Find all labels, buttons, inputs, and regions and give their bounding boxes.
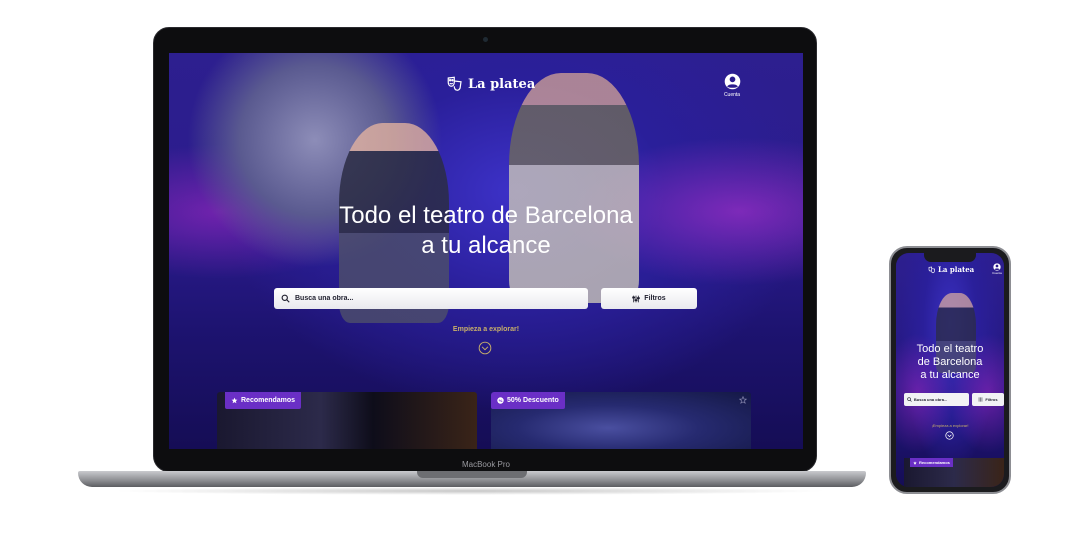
phone-mockup: La platea Cuenta Todo el teatro de Barce… xyxy=(889,246,1011,494)
search-box[interactable] xyxy=(274,288,588,309)
phone-hero-title-line-2: de Barcelona xyxy=(917,356,983,368)
account-label: Cuenta xyxy=(723,92,741,98)
phone-site-logo[interactable]: La platea xyxy=(928,265,974,274)
laptop-lid: La platea Cuenta Todo el teatro de Barce… xyxy=(153,27,817,472)
phone-account-button[interactable]: Cuenta xyxy=(990,263,1004,275)
star-icon xyxy=(913,460,917,465)
filters-button[interactable]: Filtros xyxy=(601,288,697,309)
search-icon xyxy=(281,294,290,303)
star-icon xyxy=(231,397,238,404)
star-outline-icon[interactable] xyxy=(739,396,747,404)
user-avatar-icon xyxy=(724,73,740,90)
card-badge-label: Recomendamos xyxy=(241,397,296,404)
sliders-icon xyxy=(632,295,641,302)
laptop-shadow xyxy=(110,487,830,495)
chevron-down-circle-icon[interactable] xyxy=(478,341,492,355)
phone-filters-label: Filtros xyxy=(985,397,998,402)
phone-hero-title-line-3: a tu alcance xyxy=(920,369,980,381)
search-icon xyxy=(907,397,912,402)
phone-search-box[interactable] xyxy=(904,393,969,406)
phone-show-card-recommended[interactable]: Recomendamos xyxy=(904,458,1004,487)
hero-title-line-1: Todo el teatro de Barcelona xyxy=(339,202,633,229)
chevron-down-circle-icon[interactable] xyxy=(945,431,954,440)
theater-masks-icon xyxy=(447,76,462,91)
explore-link[interactable]: Empieza a explorar! xyxy=(436,326,536,333)
phone-hero-title: Todo el teatro de Barcelona a tu alcance xyxy=(896,343,1004,382)
account-button[interactable]: Cuenta xyxy=(717,73,747,98)
brand-name: La platea xyxy=(468,76,536,92)
hero-dancer-man xyxy=(509,73,639,303)
svg-text:%: % xyxy=(499,398,503,403)
theater-masks-icon xyxy=(928,266,936,273)
phone-card-badge: Recomendamos xyxy=(910,458,953,467)
search-input[interactable] xyxy=(295,295,575,302)
site-logo[interactable]: La platea xyxy=(446,75,535,93)
phone-hero-title-line-1: Todo el teatro xyxy=(916,343,984,355)
phone-explore-link[interactable]: ¡Empieza a explorar! xyxy=(896,423,1004,428)
hero-title: Todo el teatro de Barcelona a tu alcance xyxy=(229,201,743,261)
laptop-screen: La platea Cuenta Todo el teatro de Barce… xyxy=(169,53,803,449)
phone-account-label: Cuenta xyxy=(992,271,1002,275)
card-badge: % 50% Descuento xyxy=(491,392,565,409)
user-avatar-icon xyxy=(993,263,1001,271)
laptop-base xyxy=(78,471,866,487)
laptop-model-label: MacBook Pro xyxy=(461,460,511,469)
sliders-icon xyxy=(979,397,983,402)
card-badge: Recomendamos xyxy=(225,392,302,409)
phone-filters-button[interactable]: Filtros xyxy=(972,393,1004,406)
phone-brand-name: La platea xyxy=(938,265,975,274)
phone-search-input[interactable] xyxy=(913,397,969,402)
laptop-hinge-notch xyxy=(417,471,527,478)
discount-icon: % xyxy=(497,397,504,404)
phone-notch xyxy=(924,253,976,262)
phone-screen: La platea Cuenta Todo el teatro de Barce… xyxy=(896,253,1004,487)
card-badge-label: 50% Descuento xyxy=(507,397,559,404)
hero-title-line-2: a tu alcance xyxy=(421,232,551,259)
show-card-recommended[interactable]: Recomendamos xyxy=(217,392,477,449)
camera xyxy=(483,37,488,42)
phone-card-badge-label: Recomendamos xyxy=(919,460,950,465)
show-card-discount[interactable]: % 50% Descuento xyxy=(491,392,751,449)
filters-label: Filtros xyxy=(644,295,666,302)
